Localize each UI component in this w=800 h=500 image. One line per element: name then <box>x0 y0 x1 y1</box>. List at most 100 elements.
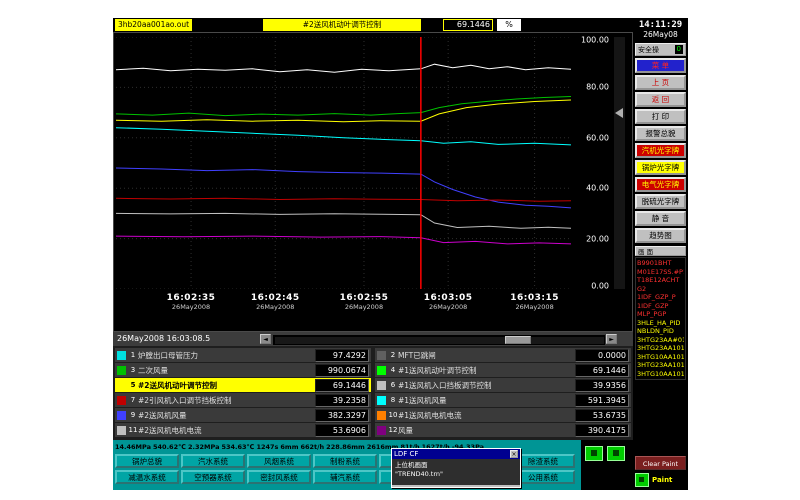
legend-row-11[interactable]: 11#2送风机电机电流53.6906 <box>115 423 371 437</box>
trend-line-inlet-damper-control <box>116 198 571 201</box>
toolbar-button-btnrow2-2[interactable]: 密封风系统 <box>247 470 311 484</box>
status-led-1 <box>585 446 603 461</box>
legend-label: #1送风机入口挡板调节控制 <box>398 380 575 391</box>
legend-pen-number: 6 <box>388 381 398 389</box>
legend-pen-number: 10 <box>388 411 398 419</box>
legend-row-7[interactable]: 7#2引风机入口调节挡板控制39.2358 <box>115 393 371 407</box>
sidebar-button-3[interactable]: 打 印 <box>635 109 686 124</box>
sidebar-button-10[interactable]: 趋势图 <box>635 228 686 243</box>
x-tick-date: 26May2008 <box>167 303 216 311</box>
legend-label: #1送风机风量 <box>398 395 575 406</box>
sidebar-button-1[interactable]: 上 页 <box>635 75 686 90</box>
tag-item-5[interactable]: 1IDF_GZP <box>637 302 684 311</box>
tag-item-11[interactable]: 3HTG10AA101 <box>637 353 684 362</box>
current-value-display: 69.1446 <box>443 19 493 31</box>
sidebar-button-8[interactable]: 脱硫光字牌 <box>635 194 686 209</box>
scale-marker-strip[interactable] <box>614 37 625 289</box>
safe-operation-button[interactable]: 安全操 0 <box>635 43 686 56</box>
y-axis-label-3: 40.00 <box>586 184 609 193</box>
toolbar-button-btnrow2-0[interactable]: 减温水系统 <box>115 470 179 484</box>
tag-item-6[interactable]: MLP_PGP <box>637 310 684 319</box>
sidebar-button-5[interactable]: 汽机光字牌 <box>635 143 686 158</box>
legend-row-6[interactable]: 6#1送风机入口挡板调节控制39.9356 <box>375 378 631 392</box>
sidebar-button-9[interactable]: 静 音 <box>635 211 686 226</box>
tag-item-8[interactable]: NBLDN_PID <box>637 327 684 336</box>
time-scrollbar-thumb[interactable] <box>505 336 531 344</box>
tag-item-3[interactable]: G2 <box>637 285 684 294</box>
legend-pen-number: 4 <box>388 366 398 374</box>
trend-line-fan2-vane-control <box>116 100 571 122</box>
tag-item-10[interactable]: 3HTG23AA101 <box>637 344 684 353</box>
legend-row-2[interactable]: 2MFT已跳闸0.0000 <box>375 348 631 362</box>
legend-row-4[interactable]: 4#1送风机动叶调节控制69.1446 <box>375 363 631 377</box>
x-axis-tick-0: 16:02:3526May2008 <box>167 293 216 311</box>
right-sidebar: 14:11:29 26May08 安全操 0 菜 单上 页返 回打 印报警总貌汽… <box>633 18 688 490</box>
toolbar-button-btnrow1-1[interactable]: 汽水系统 <box>181 454 245 468</box>
popup-close-icon[interactable]: × <box>510 450 518 458</box>
tag-item-1[interactable]: M01E17SS.#P1 <box>637 268 684 277</box>
sidebar-button-6[interactable]: 锅炉光字牌 <box>635 160 686 175</box>
legend-color-chip <box>377 351 386 360</box>
toolbar-button-btnrow1-0[interactable]: 锅炉总貌 <box>115 454 179 468</box>
legend-row-3[interactable]: 3二次风量990.0674 <box>115 363 371 377</box>
trend-line-furnace-outlet-pressure <box>116 64 571 72</box>
legend-value: 591.3945 <box>575 394 629 407</box>
toolbar-button-btnrow1-2[interactable]: 风烟系统 <box>247 454 311 468</box>
tag-item-12[interactable]: 3HTG23AA101 <box>637 361 684 370</box>
legend-row-12[interactable]: 12风量390.4175 <box>375 423 631 437</box>
legend-column-left: 1炉膛出口母管压力97.42923二次风量990.06745#2送风机动叶调节控… <box>115 348 371 438</box>
sidebar-button-2[interactable]: 返 回 <box>635 92 686 107</box>
legend-row-10[interactable]: 10#1送风机电机电流53.6735 <box>375 408 631 422</box>
legend-pen-number: 12 <box>388 426 398 434</box>
status-value-4: 1247s <box>256 443 278 451</box>
scroll-left-icon[interactable]: ◄ <box>260 334 271 344</box>
toolbar-button-btnrow2-1[interactable]: 空预器系统 <box>181 470 245 484</box>
popup-title: LDF CF <box>394 449 418 459</box>
tag-list-header-tab[interactable]: 画 面 <box>635 246 686 256</box>
legend-color-chip <box>377 366 386 375</box>
y-axis-label-2: 60.00 <box>586 133 609 142</box>
legend-value: 390.4175 <box>575 424 629 437</box>
main-area: 3hb20aa001ao.out #2送风机动叶调节控制 69.1446 % 1… <box>113 18 633 490</box>
tag-item-0[interactable]: B9901BHT <box>637 259 684 268</box>
legend-pen-number: 1 <box>128 351 138 359</box>
clear-paint-button[interactable]: Clear Paint <box>635 456 686 470</box>
popup-line-1: 上位机画面 <box>395 461 517 470</box>
legend-value: 39.2358 <box>315 394 369 407</box>
trend-plot-area[interactable] <box>116 37 571 289</box>
tag-item-7[interactable]: 3HLE_HA_PID <box>637 319 684 328</box>
sidebar-button-0[interactable]: 菜 单 <box>635 58 686 73</box>
tag-item-2[interactable]: T18E12ACHT <box>637 276 684 285</box>
sidebar-button-7[interactable]: 电气光字牌 <box>635 177 686 192</box>
legend-value: 53.6735 <box>575 409 629 422</box>
toolbar-button-btnrow1-3[interactable]: 制粉系统 <box>313 454 377 468</box>
sidebar-button-4[interactable]: 报警总貌 <box>635 126 686 141</box>
legend-row-1[interactable]: 1炉膛出口母管压力97.4292 <box>115 348 371 362</box>
legend-color-chip <box>117 426 126 435</box>
tag-item-9[interactable]: 3HTG23AA#01 <box>637 336 684 345</box>
clock-display: 14:11:29 26May08 <box>633 18 688 42</box>
legend-row-8[interactable]: 8#1送风机风量591.3945 <box>375 393 631 407</box>
time-scrollbar-track[interactable] <box>273 335 605 345</box>
status-value-0: 14.46MPa <box>115 443 151 451</box>
legend-color-chip <box>377 411 386 420</box>
legend-row-5[interactable]: 5#2送风机动叶调节控制69.1446 <box>115 378 371 392</box>
legend-label: 风量 <box>398 425 575 436</box>
tag-item-13[interactable]: 3HTG10AA101 <box>637 370 684 379</box>
popup-title-bar[interactable]: LDF CF × <box>392 449 520 459</box>
x-tick-date: 26May2008 <box>424 303 473 311</box>
dde-popup-window: LDF CF × 上位机画面 "TREND40.trn" <box>391 448 521 488</box>
led-dot-icon <box>639 477 644 482</box>
scroll-right-icon[interactable]: ► <box>606 334 617 344</box>
legend-row-9[interactable]: 9#2送风机风量382.3297 <box>115 408 371 422</box>
legend-pen-number: 7 <box>128 396 138 404</box>
legend-value: 97.4292 <box>315 349 369 362</box>
scale-marker-arrow-icon[interactable] <box>615 108 623 118</box>
legend-value: 69.1446 <box>575 364 629 377</box>
tag-file-field[interactable]: 3hb20aa001ao.out <box>115 19 192 31</box>
x-tick-time: 16:03:15 <box>510 293 559 303</box>
popup-body: 上位机画面 "TREND40.trn" <box>392 459 520 485</box>
tag-item-4[interactable]: 1IDF_GZP_P <box>637 293 684 302</box>
toolbar-button-btnrow2-3[interactable]: 辅汽系统 <box>313 470 377 484</box>
trend-line-fan-motor-current <box>116 213 571 228</box>
